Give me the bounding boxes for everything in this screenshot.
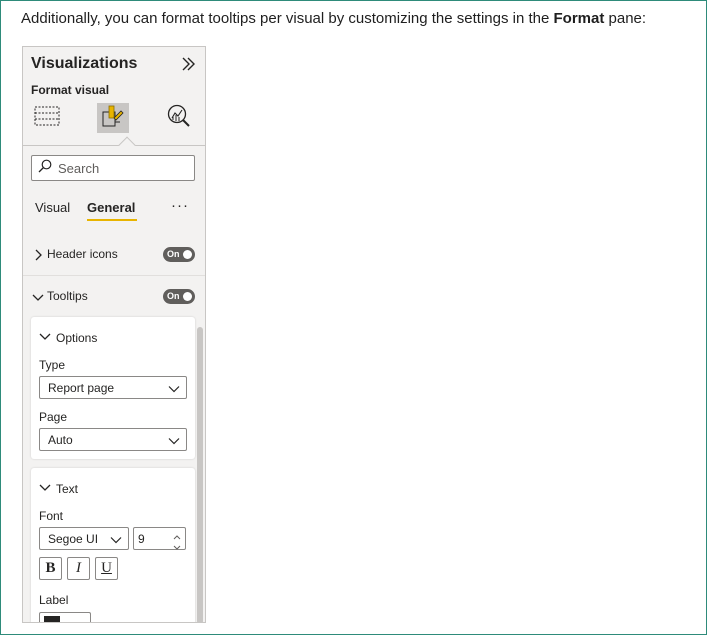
tab-general[interactable]: General bbox=[87, 200, 135, 215]
italic-button[interactable]: I bbox=[67, 557, 90, 580]
text-card-title: Text bbox=[56, 482, 79, 496]
chevron-down-icon bbox=[39, 480, 51, 498]
toggle-state-label: On bbox=[167, 290, 180, 301]
pane-scrollbar[interactable] bbox=[197, 327, 203, 622]
color-swatch-fill bbox=[44, 616, 60, 622]
toggle-state-label: On bbox=[167, 248, 180, 259]
chevron-down-icon bbox=[110, 533, 122, 545]
font-size-stepper[interactable]: 9 bbox=[133, 527, 186, 550]
font-style-buttons: B I U bbox=[39, 557, 129, 580]
intro-text-after: pane: bbox=[604, 10, 647, 27]
page-dropdown[interactable]: Auto bbox=[39, 428, 187, 451]
visualizations-pane: Visualizations Format visual Search Visu… bbox=[22, 46, 206, 623]
options-card: Options Type Report page Page Auto bbox=[31, 317, 195, 459]
analytics-magnifier-icon bbox=[165, 103, 193, 134]
chevron-down-icon bbox=[32, 290, 44, 302]
toggle-knob bbox=[183, 249, 192, 259]
more-options-button[interactable]: ··· bbox=[171, 197, 189, 214]
section-tooltips[interactable]: Tooltips On bbox=[23, 277, 205, 315]
chevron-up-icon[interactable] bbox=[172, 529, 182, 540]
search-placeholder: Search bbox=[58, 160, 100, 176]
tab-divider bbox=[23, 145, 205, 146]
format-visual-label: Format visual bbox=[31, 83, 110, 97]
font-family-value: Segoe UI bbox=[48, 532, 99, 546]
text-card: Text Font Segoe UI 9 B I U Label bbox=[31, 468, 195, 622]
tab-visual[interactable]: Visual bbox=[35, 200, 70, 215]
options-card-header[interactable]: Options bbox=[39, 329, 97, 347]
chevron-down-icon bbox=[39, 329, 51, 347]
active-tab-underline bbox=[87, 219, 137, 221]
type-dropdown[interactable]: Report page bbox=[39, 376, 187, 399]
intro-paragraph: Additionally, you can format tooltips pe… bbox=[21, 9, 701, 29]
type-dropdown-value: Report page bbox=[48, 381, 115, 395]
format-visual-paintbrush-icon bbox=[100, 103, 126, 134]
label-color-picker[interactable] bbox=[39, 612, 91, 622]
chevron-right-icon bbox=[32, 248, 44, 261]
section-header-icons[interactable]: Header icons On bbox=[23, 235, 205, 273]
pane-title: Visualizations bbox=[31, 55, 138, 72]
section-tooltips-label: Tooltips bbox=[47, 289, 88, 303]
font-family-dropdown[interactable]: Segoe UI bbox=[39, 527, 129, 550]
analytics-tab[interactable] bbox=[163, 103, 195, 133]
bold-button[interactable]: B bbox=[39, 557, 62, 580]
format-visual-tab[interactable] bbox=[97, 103, 129, 133]
section-divider bbox=[23, 275, 205, 276]
tooltips-toggle[interactable]: On bbox=[163, 288, 195, 304]
build-visual-tab[interactable] bbox=[31, 103, 63, 133]
search-icon bbox=[38, 159, 52, 178]
section-header-icons-label: Header icons bbox=[47, 247, 118, 261]
page-dropdown-value: Auto bbox=[48, 433, 73, 447]
intro-text-before: Additionally, you can format tooltips pe… bbox=[21, 10, 554, 27]
chevron-down-icon[interactable] bbox=[172, 539, 182, 550]
options-card-title: Options bbox=[56, 331, 98, 345]
chevron-down-icon bbox=[168, 434, 180, 446]
build-visual-icon bbox=[34, 105, 60, 132]
font-size-value: 9 bbox=[138, 532, 145, 546]
underline-button[interactable]: U bbox=[95, 557, 118, 580]
search-input[interactable]: Search bbox=[31, 155, 195, 181]
intro-text-bold: Format bbox=[553, 10, 605, 27]
type-label: Type bbox=[39, 358, 66, 372]
double-chevron-right-icon[interactable] bbox=[179, 55, 197, 73]
chevron-down-icon bbox=[168, 382, 180, 394]
page-label: Page bbox=[39, 410, 68, 424]
label-color-label: Label bbox=[39, 593, 69, 607]
header-icons-toggle[interactable]: On bbox=[163, 246, 195, 262]
font-label: Font bbox=[39, 509, 64, 523]
toggle-knob bbox=[183, 291, 192, 301]
active-tab-pointer bbox=[118, 136, 136, 154]
text-card-header[interactable]: Text bbox=[39, 480, 78, 498]
